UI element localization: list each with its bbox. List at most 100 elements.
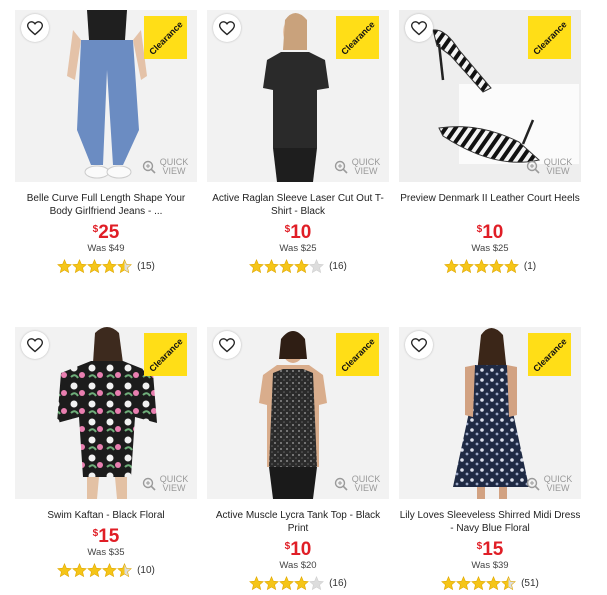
- product-image[interactable]: Clearance QUICK VIEW: [207, 10, 389, 182]
- quick-view-button[interactable]: QUICK VIEW: [526, 475, 573, 493]
- product-rating[interactable]: (51): [399, 576, 581, 591]
- product-rating[interactable]: (16): [207, 259, 389, 274]
- clearance-badge: Clearance: [336, 16, 379, 59]
- wishlist-button[interactable]: [405, 14, 433, 42]
- star-icon: [57, 259, 73, 274]
- star-rating: [249, 576, 325, 591]
- was-price: Was $39: [471, 560, 509, 571]
- quick-view-button[interactable]: QUICK VIEW: [142, 158, 189, 176]
- star-rating: [441, 576, 517, 591]
- product-image[interactable]: Clearance QUICK VIEW: [399, 10, 581, 182]
- quick-view-button[interactable]: QUICK VIEW: [334, 475, 381, 493]
- zoom-icon: [142, 160, 156, 174]
- star-rating: [57, 563, 133, 578]
- star-rating: [57, 259, 133, 274]
- star-rating: [443, 259, 519, 274]
- quick-view-label: QUICK VIEW: [351, 474, 381, 493]
- star-icon: [102, 563, 118, 578]
- star-icon: [456, 576, 472, 591]
- star-rating: [249, 259, 325, 274]
- quick-view-button[interactable]: QUICK VIEW: [334, 158, 381, 176]
- star-icon: [264, 259, 280, 274]
- wishlist-button[interactable]: [405, 331, 433, 359]
- product-name[interactable]: Preview Denmark II Leather Court Heels: [399, 192, 581, 205]
- was-price: Was $25: [471, 243, 509, 254]
- star-icon: [72, 563, 88, 578]
- clearance-badge: Clearance: [528, 333, 571, 376]
- wishlist-button[interactable]: [21, 331, 49, 359]
- star-icon: [87, 563, 103, 578]
- product-name[interactable]: Swim Kaftan - Black Floral: [15, 509, 197, 522]
- product-rating[interactable]: (10): [15, 563, 197, 578]
- review-count: (1): [523, 261, 537, 272]
- heart-icon: [411, 337, 427, 352]
- was-price: Was $49: [87, 243, 125, 254]
- product-name[interactable]: Active Raglan Sleeve Laser Cut Out T-Shi…: [207, 192, 389, 218]
- product-rating[interactable]: (15): [15, 259, 197, 274]
- quick-view-label: QUICK VIEW: [159, 474, 189, 493]
- star-icon: [501, 576, 517, 591]
- star-icon: [279, 576, 295, 591]
- star-icon: [443, 259, 459, 274]
- star-icon: [249, 259, 265, 274]
- wishlist-button[interactable]: [21, 14, 49, 42]
- wishlist-button[interactable]: [213, 14, 241, 42]
- star-icon: [473, 259, 489, 274]
- star-icon: [294, 576, 310, 591]
- quick-view-button[interactable]: QUICK VIEW: [526, 158, 573, 176]
- clearance-badge: Clearance: [336, 333, 379, 376]
- was-price: Was $25: [279, 243, 317, 254]
- zoom-icon: [334, 477, 348, 491]
- product-name[interactable]: Belle Curve Full Length Shape Your Body …: [15, 192, 197, 218]
- heart-icon: [219, 337, 235, 352]
- heart-icon: [411, 20, 427, 35]
- product-name[interactable]: Active Muscle Lycra Tank Top - Black Pri…: [207, 509, 389, 535]
- product-price: $15: [92, 526, 120, 547]
- clearance-badge: Clearance: [144, 16, 187, 59]
- quick-view-button[interactable]: QUICK VIEW: [142, 475, 189, 493]
- star-icon: [294, 259, 310, 274]
- heart-icon: [27, 337, 43, 352]
- star-icon: [117, 563, 133, 578]
- clearance-badge: Clearance: [528, 16, 571, 59]
- zoom-icon: [334, 160, 348, 174]
- product-price: $10: [284, 222, 312, 243]
- product-image[interactable]: Clearance QUICK VIEW: [399, 327, 581, 499]
- product-image[interactable]: Clearance QUICK VIEW: [15, 10, 197, 182]
- product-image[interactable]: Clearance QUICK VIEW: [15, 327, 197, 499]
- star-icon: [458, 259, 474, 274]
- was-price: Was $20: [279, 560, 317, 571]
- quick-view-label: QUICK VIEW: [351, 157, 381, 176]
- star-icon: [503, 259, 519, 274]
- star-icon: [264, 576, 280, 591]
- product-price: $25: [92, 222, 120, 243]
- zoom-icon: [526, 160, 540, 174]
- product-price: $15: [476, 539, 504, 560]
- review-count: (51): [521, 578, 539, 589]
- star-icon: [309, 576, 325, 591]
- review-count: (10): [137, 565, 155, 576]
- product-name[interactable]: Lily Loves Sleeveless Shirred Midi Dress…: [399, 509, 581, 535]
- review-count: (16): [329, 261, 347, 272]
- review-count: (15): [137, 261, 155, 272]
- star-icon: [72, 259, 88, 274]
- star-icon: [488, 259, 504, 274]
- product-image[interactable]: Clearance QUICK VIEW: [207, 327, 389, 499]
- heart-icon: [219, 20, 235, 35]
- star-icon: [249, 576, 265, 591]
- star-icon: [57, 563, 73, 578]
- zoom-icon: [142, 477, 156, 491]
- product-price: $10: [284, 539, 312, 560]
- product-rating[interactable]: (16): [207, 576, 389, 591]
- zoom-icon: [526, 477, 540, 491]
- heart-icon: [27, 20, 43, 35]
- star-icon: [441, 576, 457, 591]
- wishlist-button[interactable]: [213, 331, 241, 359]
- quick-view-label: QUICK VIEW: [543, 157, 573, 176]
- star-icon: [102, 259, 118, 274]
- star-icon: [117, 259, 133, 274]
- product-rating[interactable]: (1): [399, 259, 581, 274]
- was-price: Was $35: [87, 547, 125, 558]
- star-icon: [279, 259, 295, 274]
- star-icon: [486, 576, 502, 591]
